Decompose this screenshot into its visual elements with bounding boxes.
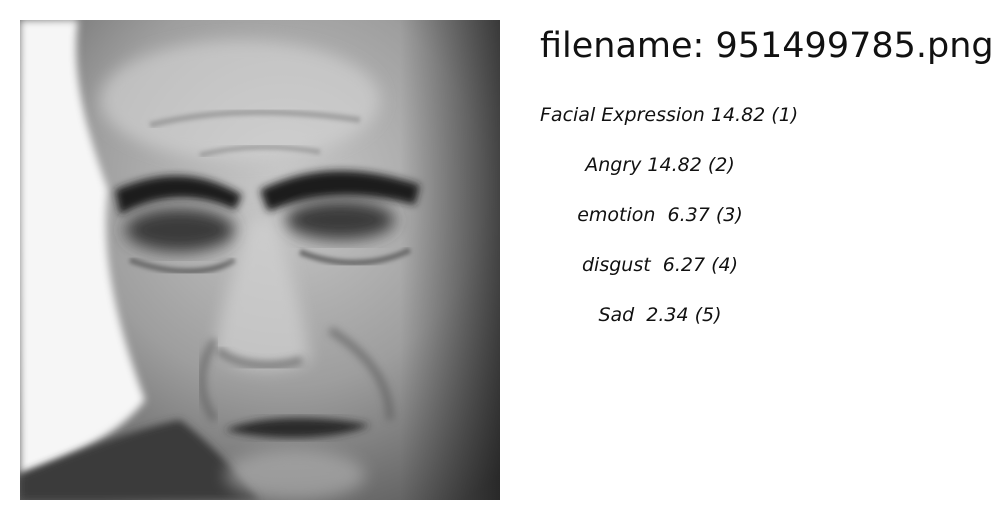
prediction-item-4: disgust 6.27 (4) <box>581 254 739 276</box>
prediction-item-3: emotion 6.37 (3) <box>577 204 743 226</box>
prediction-item-5: Sad 2.34 (5) <box>598 304 722 326</box>
prediction-item-2: Angry 14.82 (2) <box>585 154 735 176</box>
prediction-item-1: Facial Expression 14.82 (1) <box>540 104 799 126</box>
face-photo-icon <box>20 20 500 500</box>
face-photo <box>20 20 500 500</box>
filename-label: filename: 951499785.png <box>540 26 994 66</box>
